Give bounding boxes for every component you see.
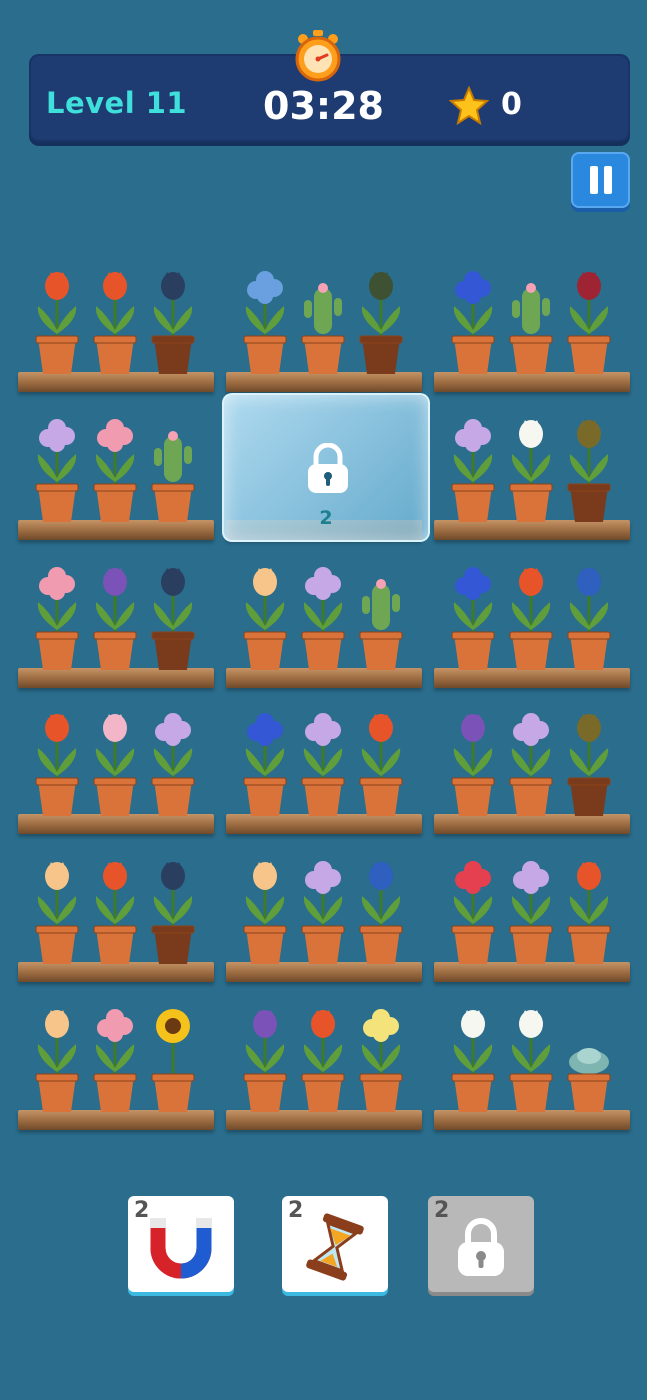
potted-tulip-red-icon[interactable] [88, 258, 142, 376]
magnet-icon [150, 1218, 212, 1279]
potted-orchid-purple-icon[interactable] [504, 700, 558, 818]
potted-rose-peach-icon[interactable] [238, 848, 292, 966]
potted-cactus-icon[interactable] [504, 258, 558, 376]
potted-peony-white-icon[interactable] [504, 996, 558, 1114]
shelf-tile[interactable] [434, 558, 630, 688]
potted-hydrangea-pink-icon[interactable] [88, 996, 142, 1114]
shelf-tile[interactable] [18, 262, 214, 392]
potted-rose-peach-icon[interactable] [238, 554, 292, 672]
hourglass-booster-button[interactable]: 2 [282, 1196, 388, 1292]
potted-orchid-purple-icon[interactable] [296, 848, 350, 966]
shelf-tile[interactable] [434, 852, 630, 982]
potted-tulip-red-icon[interactable] [504, 554, 558, 672]
shelf-tile[interactable] [226, 704, 422, 834]
potted-morning-glory-icon[interactable] [238, 700, 292, 818]
shelf-tile[interactable] [434, 1000, 630, 1130]
potted-orchid-purple-icon[interactable] [504, 848, 558, 966]
level-label: Level 11 [46, 86, 188, 120]
potted-tulip-red-icon[interactable] [296, 996, 350, 1114]
pause-icon [590, 166, 598, 194]
timer-text: 03:28 [263, 84, 384, 128]
potted-tulip-red-icon[interactable] [354, 700, 408, 818]
potted-tulip-olive-icon[interactable] [562, 700, 616, 818]
potted-herb-dark-icon[interactable] [354, 258, 408, 376]
shelf-tile[interactable] [18, 704, 214, 834]
potted-hydrangea-pink-icon[interactable] [88, 406, 142, 524]
potted-orchid-purple-icon[interactable] [446, 406, 500, 524]
potted-rose-dark-red-icon[interactable] [562, 258, 616, 376]
shelf-tile[interactable] [226, 262, 422, 392]
potted-tulip-red-icon[interactable] [30, 258, 84, 376]
potted-cactus-icon[interactable] [296, 258, 350, 376]
potted-primrose-yellow-icon[interactable] [354, 996, 408, 1114]
hourglass-icon [306, 1213, 364, 1281]
lock-icon [458, 1218, 504, 1276]
potted-peony-white-icon[interactable] [504, 406, 558, 524]
pause-button[interactable] [571, 152, 630, 208]
potted-orchid-purple-icon[interactable] [296, 554, 350, 672]
potted-orchid-purple-icon[interactable] [30, 406, 84, 524]
potted-rose-peach-icon[interactable] [30, 848, 84, 966]
potted-tulip-blue-icon[interactable] [562, 554, 616, 672]
potted-sunflower-icon[interactable] [146, 996, 200, 1114]
shelf-tile[interactable] [226, 1000, 422, 1130]
potted-cactus-icon[interactable] [146, 406, 200, 524]
shelf-tile[interactable] [226, 558, 422, 688]
potted-morning-glory-icon[interactable] [446, 258, 500, 376]
alarm-clock-icon [295, 30, 341, 82]
magnet-booster-button[interactable]: 2 [128, 1196, 234, 1292]
potted-tulip-red-icon[interactable] [30, 700, 84, 818]
potted-carnation-red-icon[interactable] [446, 848, 500, 966]
potted-dahlia-purple-icon[interactable] [238, 996, 292, 1114]
potted-rose-peach-icon[interactable] [30, 996, 84, 1114]
frozen-locked-shelf[interactable]: 2 [222, 393, 430, 542]
shelf-tile[interactable] [18, 852, 214, 982]
star-icon [449, 86, 489, 126]
potted-tulip-red-icon[interactable] [562, 848, 616, 966]
unlock-booster-button[interactable]: 2 [428, 1196, 534, 1292]
shelf-tile[interactable] [434, 410, 630, 540]
padlock-icon [308, 443, 348, 493]
star-count: 0 [501, 87, 522, 122]
potted-dahlia-purple-icon[interactable] [446, 700, 500, 818]
potted-orchid-purple-icon[interactable] [296, 700, 350, 818]
shelf-tile[interactable] [18, 1000, 214, 1130]
potted-tulip-red-icon[interactable] [88, 848, 142, 966]
potted-tulip-dark-icon[interactable] [146, 258, 200, 376]
shelf-tile[interactable] [226, 852, 422, 982]
shelf-tile[interactable] [434, 262, 630, 392]
potted-tulip-dark-icon[interactable] [146, 848, 200, 966]
potted-tulip-olive-icon[interactable] [562, 406, 616, 524]
unlock-count: 2 [319, 507, 333, 529]
potted-dahlia-purple-icon[interactable] [88, 554, 142, 672]
shelf-tile[interactable] [18, 410, 214, 540]
potted-peony-white-icon[interactable] [446, 996, 500, 1114]
potted-succulent-icon[interactable] [562, 996, 616, 1114]
potted-hydrangea-blue-icon[interactable] [238, 258, 292, 376]
shelf-tile[interactable] [18, 558, 214, 688]
potted-peony-pink-icon[interactable] [88, 700, 142, 818]
shelf-tile[interactable] [434, 704, 630, 834]
potted-cactus-icon[interactable] [354, 554, 408, 672]
potted-morning-glory-icon[interactable] [446, 554, 500, 672]
potted-hydrangea-pink-icon[interactable] [30, 554, 84, 672]
potted-tulip-dark-icon[interactable] [146, 554, 200, 672]
potted-tulip-blue-icon[interactable] [354, 848, 408, 966]
potted-orchid-purple-icon[interactable] [146, 700, 200, 818]
